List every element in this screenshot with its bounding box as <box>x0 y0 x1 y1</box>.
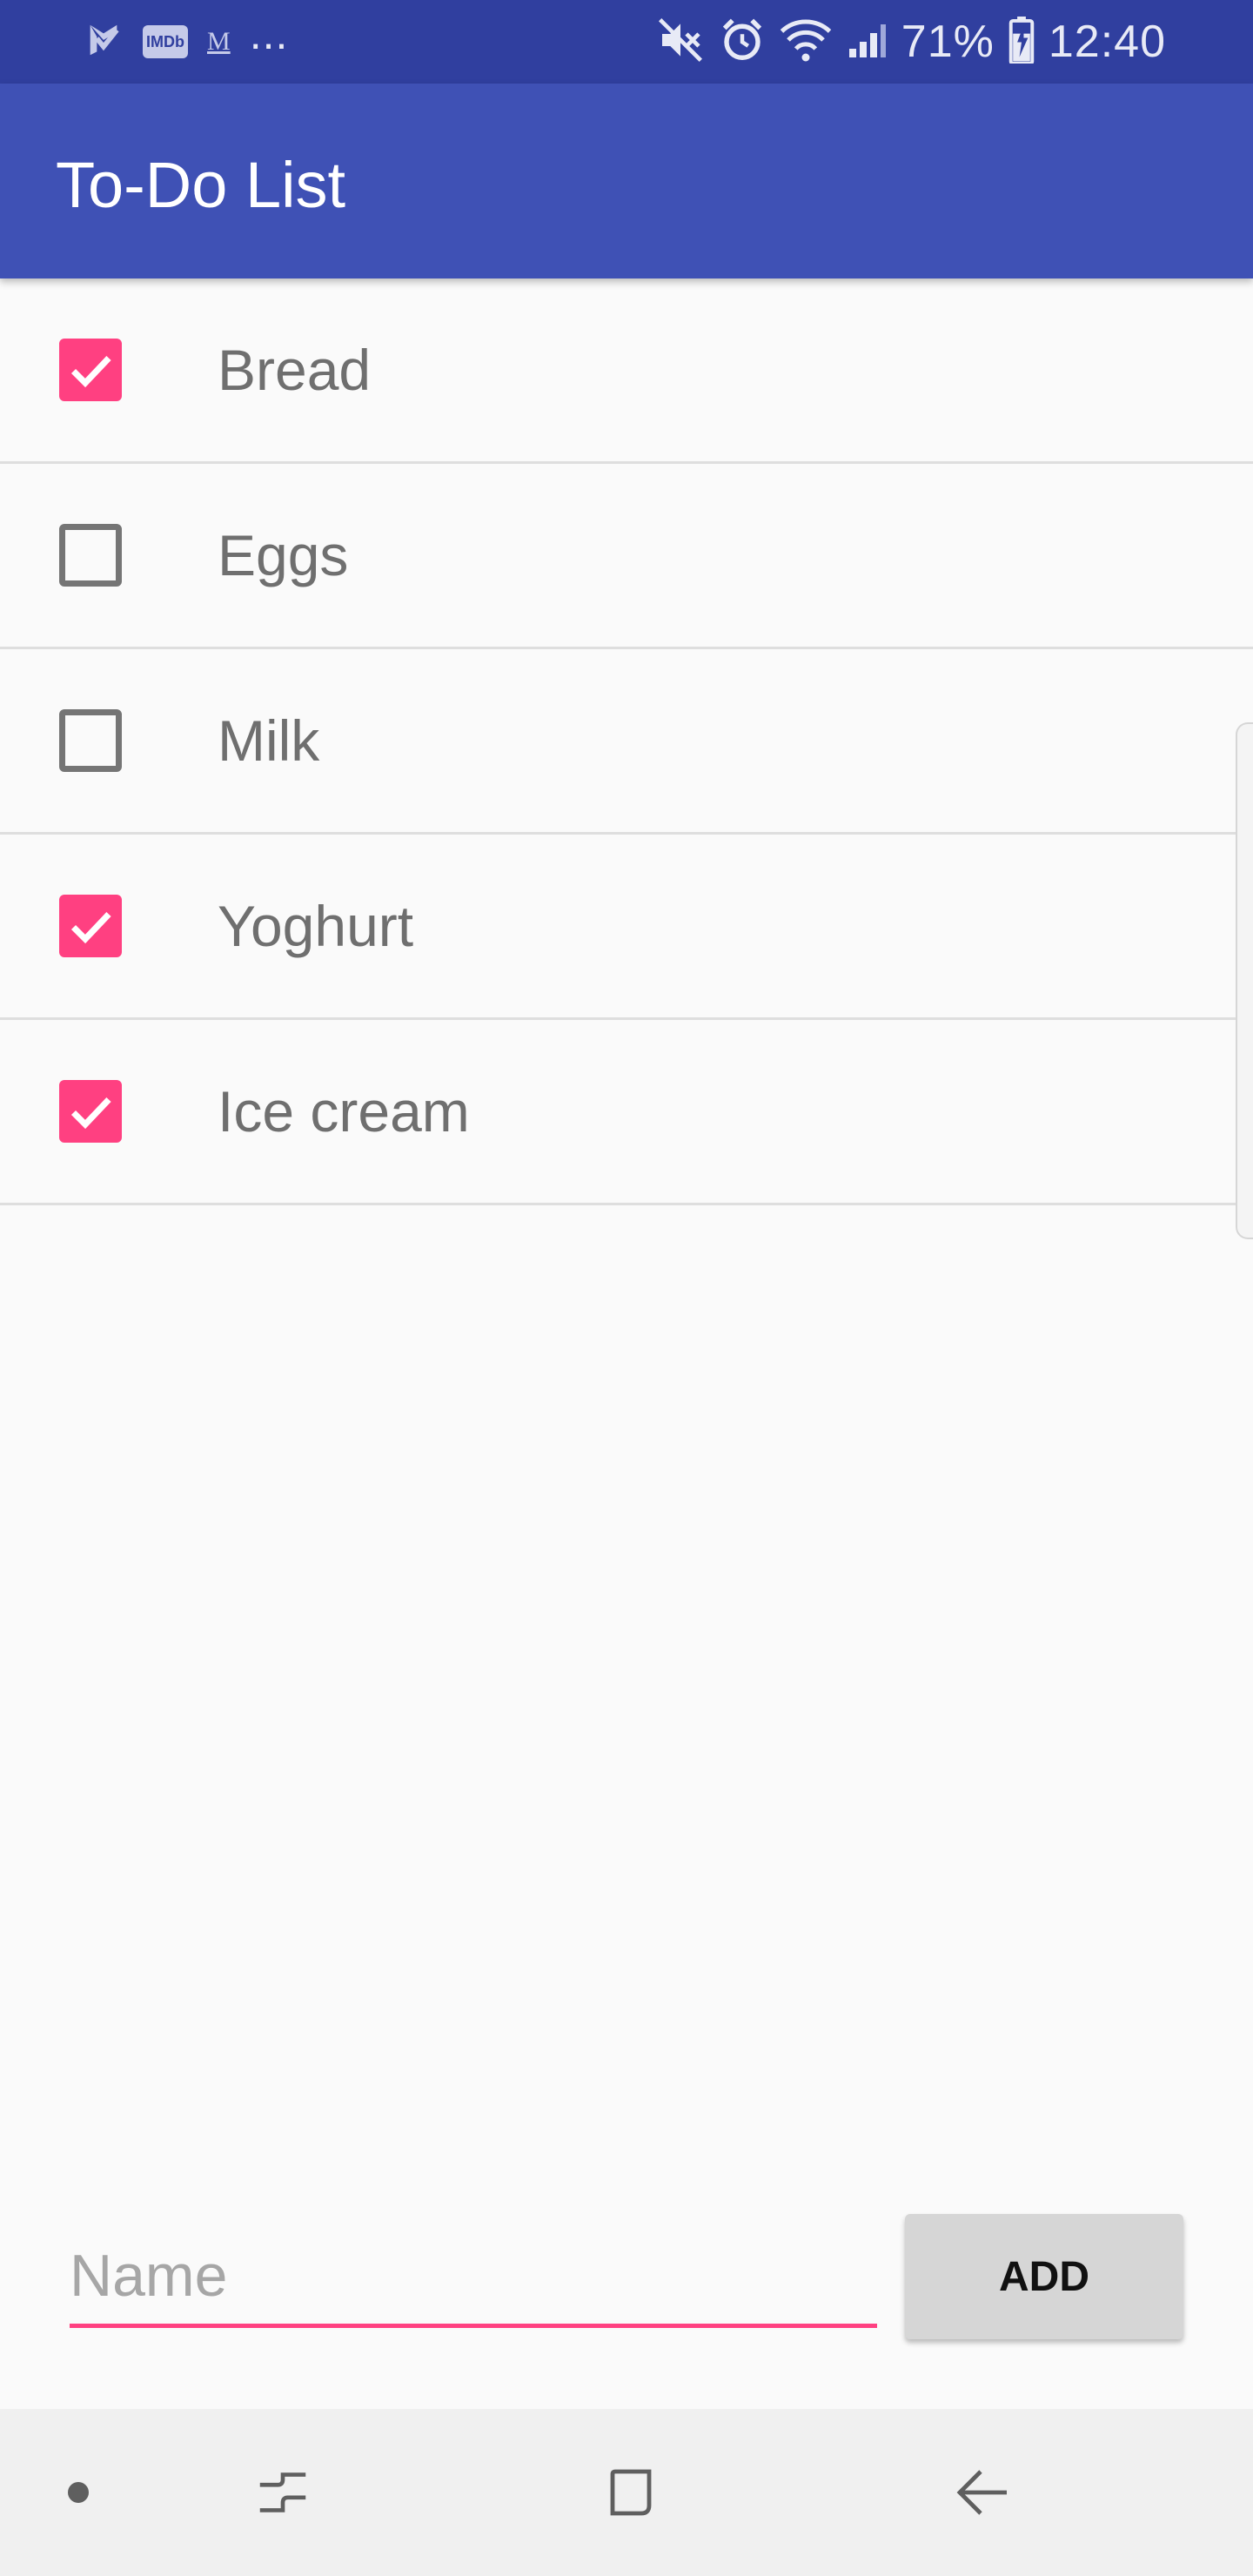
todo-item[interactable]: Yoghurt <box>0 835 1253 1020</box>
todo-item[interactable]: Ice cream <box>0 1020 1253 1205</box>
todo-label: Bread <box>218 338 372 402</box>
dot-icon[interactable] <box>35 2409 122 2576</box>
todo-item[interactable]: Eggs <box>0 464 1253 649</box>
mute-icon <box>656 16 705 69</box>
todo-item[interactable]: Bread <box>0 278 1253 464</box>
recent-apps-icon[interactable] <box>226 2409 339 2576</box>
todo-list: Bread Eggs Milk Yoghurt Ice cream <box>0 278 1253 1205</box>
clock: 12:40 <box>1048 17 1166 67</box>
system-icons: 71% 12:40 <box>656 12 1166 71</box>
checkmark-icon <box>70 356 111 388</box>
todo-checkbox[interactable] <box>59 1080 122 1143</box>
page-title: To-Do List <box>56 149 346 221</box>
scrollbar[interactable] <box>1236 722 1253 1239</box>
todo-label: Milk <box>218 708 320 773</box>
todo-label: Eggs <box>218 523 349 587</box>
todo-checkbox[interactable] <box>59 895 122 957</box>
add-button[interactable]: ADD <box>905 2214 1183 2339</box>
todo-checkbox[interactable] <box>59 709 122 772</box>
home-icon[interactable] <box>574 2409 687 2576</box>
name-input[interactable] <box>70 2228 877 2328</box>
signal-icon <box>846 17 888 67</box>
app-bar: To-Do List <box>0 84 1253 278</box>
gmail-icon: M <box>207 27 231 56</box>
alarm-icon <box>719 17 766 68</box>
checkmark-icon <box>70 912 111 944</box>
todo-checkbox[interactable] <box>59 339 122 401</box>
todo-label: Yoghurt <box>218 894 414 958</box>
checkmark-flag-icon <box>84 20 124 64</box>
battery-percent: 71% <box>901 17 995 67</box>
more-notifications-indicator: ... <box>249 10 289 58</box>
todo-label: Ice cream <box>218 1079 470 1144</box>
wifi-icon <box>780 16 832 69</box>
status-bar: IMDb M ... 71% 12:40 <box>0 0 1253 84</box>
checkmark-icon <box>70 1097 111 1130</box>
back-icon[interactable] <box>927 2409 1040 2576</box>
todo-checkbox[interactable] <box>59 524 122 587</box>
imdb-icon: IMDb <box>143 25 188 58</box>
battery-charging-icon <box>1008 16 1035 68</box>
notification-icons: IMDb M ... <box>84 10 288 68</box>
todo-item[interactable]: Milk <box>0 649 1253 835</box>
navigation-bar <box>0 2409 1253 2576</box>
